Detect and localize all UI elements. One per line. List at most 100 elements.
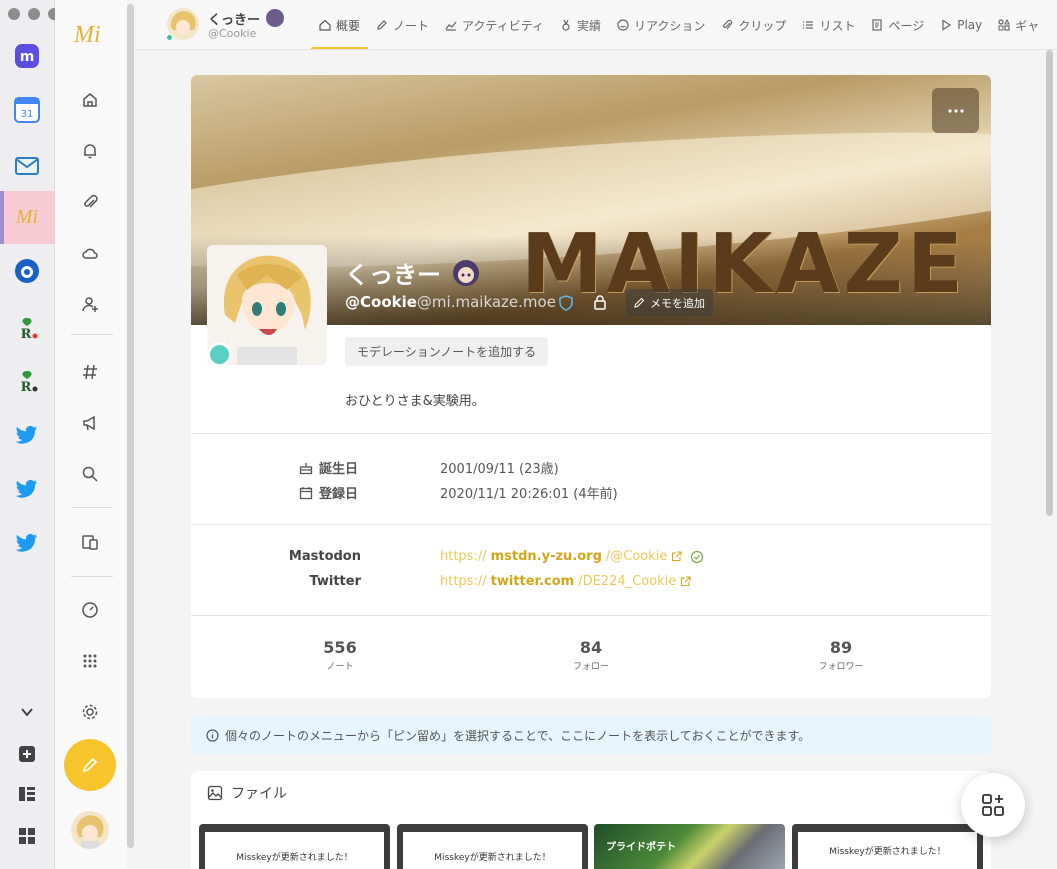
misskey-logo[interactable]: Mi	[74, 22, 101, 49]
tab-notes[interactable]: ノート	[368, 0, 437, 49]
widgets-icon	[982, 794, 1004, 816]
birthday-label-text: 誕生日	[319, 462, 359, 477]
tab-reactions[interactable]: リアクション	[609, 0, 713, 49]
joined-value: 2020/11/1 20:26:01 (4年前)	[440, 487, 618, 502]
sidebar-layout-icon[interactable]	[13, 780, 41, 808]
profile-name-text: くっきー	[345, 261, 441, 289]
gear-icon[interactable]	[80, 702, 100, 722]
mastodon-icon[interactable]: m	[13, 42, 41, 70]
tab-clips[interactable]: クリップ	[713, 0, 794, 49]
stat-label: フォロワー	[818, 662, 864, 672]
tab-activity[interactable]: アクティビティ	[437, 0, 552, 49]
medal-icon	[562, 19, 570, 31]
pinned-notes-info: 個々のノートのメニューから「ピン留め」を選択することで、ここにノートを表示してお…	[191, 716, 991, 754]
banner-logo-text: MAIKAZE	[520, 217, 967, 312]
twitter-icon[interactable]	[13, 474, 41, 502]
mail-icon[interactable]	[13, 150, 41, 178]
profile-stats: 556 ノート 84 フォロー 89 フォロワー	[191, 615, 991, 698]
tab-lists[interactable]: リスト	[794, 0, 863, 49]
tab-overview[interactable]: 概要	[311, 0, 369, 49]
minimize-window-button[interactable]	[28, 8, 40, 20]
file-thumbnail[interactable]: Misskeyが更新されました！	[397, 824, 588, 869]
add-app-icon[interactable]	[13, 740, 41, 768]
ellipsis-icon	[947, 108, 964, 113]
link-path: /@Cookie	[605, 549, 668, 564]
search-icon[interactable]	[80, 464, 100, 484]
shield-icon	[559, 295, 573, 315]
stat-following[interactable]: 84 フォロー	[531, 638, 651, 672]
page-header: くっきー @Cookie 概要 ノート アクティビティ 実績 リアクション クリ…	[136, 0, 1057, 50]
hashtag-icon[interactable]	[80, 362, 100, 382]
external-link-icon	[672, 551, 682, 562]
pinned-info-text: 個々のノートのメニューから「ピン留め」を選択することで、ここにノートを表示してお…	[225, 728, 811, 743]
grid-layout-icon[interactable]	[13, 822, 41, 850]
rakuten-icon[interactable]: R	[13, 366, 41, 394]
nav-divider	[71, 576, 113, 577]
beacon-icon[interactable]	[13, 257, 41, 285]
svg-text:R: R	[21, 380, 32, 393]
profile-handle-host: @mi.maikaze.moe	[416, 293, 556, 311]
misskey-nav: Mi	[55, 0, 127, 869]
tab-play[interactable]: Play	[932, 0, 990, 49]
nav-scrollbar[interactable]	[127, 4, 134, 848]
tab-achievements[interactable]: 実績	[552, 0, 609, 49]
thumbnail-caption: プライドポテト	[606, 842, 676, 853]
home-icon[interactable]	[80, 90, 100, 110]
verified-check-icon	[691, 550, 704, 563]
stat-notes[interactable]: 556 ノート	[280, 638, 400, 672]
close-window-button[interactable]	[8, 8, 20, 20]
account-avatar[interactable]	[71, 811, 109, 849]
tab-gallery[interactable]: ギャ	[990, 0, 1047, 49]
custom-emoji-icon	[453, 259, 479, 286]
files-section: ファイル Misskeyが更新されました！ Misskeyが更新されました！ プ…	[191, 771, 991, 869]
profile-handle-user: @Cookie	[345, 293, 417, 311]
stat-followers[interactable]: 89 フォロワー	[781, 638, 901, 672]
chevron-down-icon[interactable]	[13, 698, 41, 726]
devices-icon[interactable]	[80, 532, 100, 552]
cloud-icon[interactable]	[80, 243, 100, 263]
thumbnail-caption: Misskeyが更新されました！	[403, 832, 582, 869]
nav-divider	[71, 507, 113, 508]
gauge-icon[interactable]	[80, 600, 100, 620]
link-protocol: https://	[440, 574, 487, 589]
tab-label: 概要	[336, 18, 361, 33]
compose-note-button[interactable]	[64, 739, 116, 791]
home-icon	[319, 19, 331, 31]
megaphone-icon[interactable]	[80, 413, 100, 433]
file-thumbnail[interactable]: Misskeyが更新されました！	[792, 824, 983, 869]
files-title: ファイル	[231, 786, 287, 802]
add-memo-button[interactable]: メモを追加	[626, 289, 713, 316]
edit-icon	[634, 297, 645, 308]
tab-label: リアクション	[634, 18, 706, 33]
icons-icon	[998, 19, 1011, 31]
joined-label: 登録日	[299, 483, 358, 502]
user-plus-icon[interactable]	[80, 294, 100, 314]
add-memo-label: メモを追加	[650, 296, 705, 310]
svg-text:31: 31	[21, 109, 34, 120]
field-link-twitter[interactable]: https://twitter.com/DE224_Cookie	[440, 574, 691, 589]
file-thumbnail[interactable]: プライドポテト	[594, 824, 785, 869]
tab-label: リスト	[819, 18, 856, 33]
page-icon	[872, 19, 883, 31]
misskey-icon[interactable]: Mi	[13, 203, 41, 231]
birthday-label: 誕生日	[299, 458, 358, 477]
nav-divider	[71, 334, 113, 335]
bell-icon[interactable]	[80, 141, 100, 161]
field-link-mastodon[interactable]: https://mstdn.y-zu.org/@Cookie	[440, 549, 704, 564]
calendar-icon[interactable]: 31	[13, 96, 41, 124]
play-icon	[942, 19, 952, 31]
profile-name: くっきー	[345, 255, 483, 290]
file-thumbnail[interactable]: Misskeyが更新されました！	[199, 824, 390, 869]
main-scrollbar[interactable]	[1046, 50, 1053, 516]
twitter-icon[interactable]	[13, 420, 41, 448]
grid-icon[interactable]	[80, 651, 100, 671]
profile-bio: おひとりさま&実験用。	[345, 394, 485, 409]
paperclip-icon[interactable]	[80, 192, 100, 212]
rakuten-icon[interactable]: R	[13, 313, 41, 341]
twitter-icon[interactable]	[13, 528, 41, 556]
tab-pages[interactable]: ページ	[863, 0, 932, 49]
widgets-button[interactable]	[961, 773, 1025, 837]
add-moderation-note-button[interactable]: モデレーションノートを追加する	[345, 337, 549, 366]
pencil-icon	[377, 20, 387, 30]
more-options-button[interactable]	[932, 88, 979, 133]
